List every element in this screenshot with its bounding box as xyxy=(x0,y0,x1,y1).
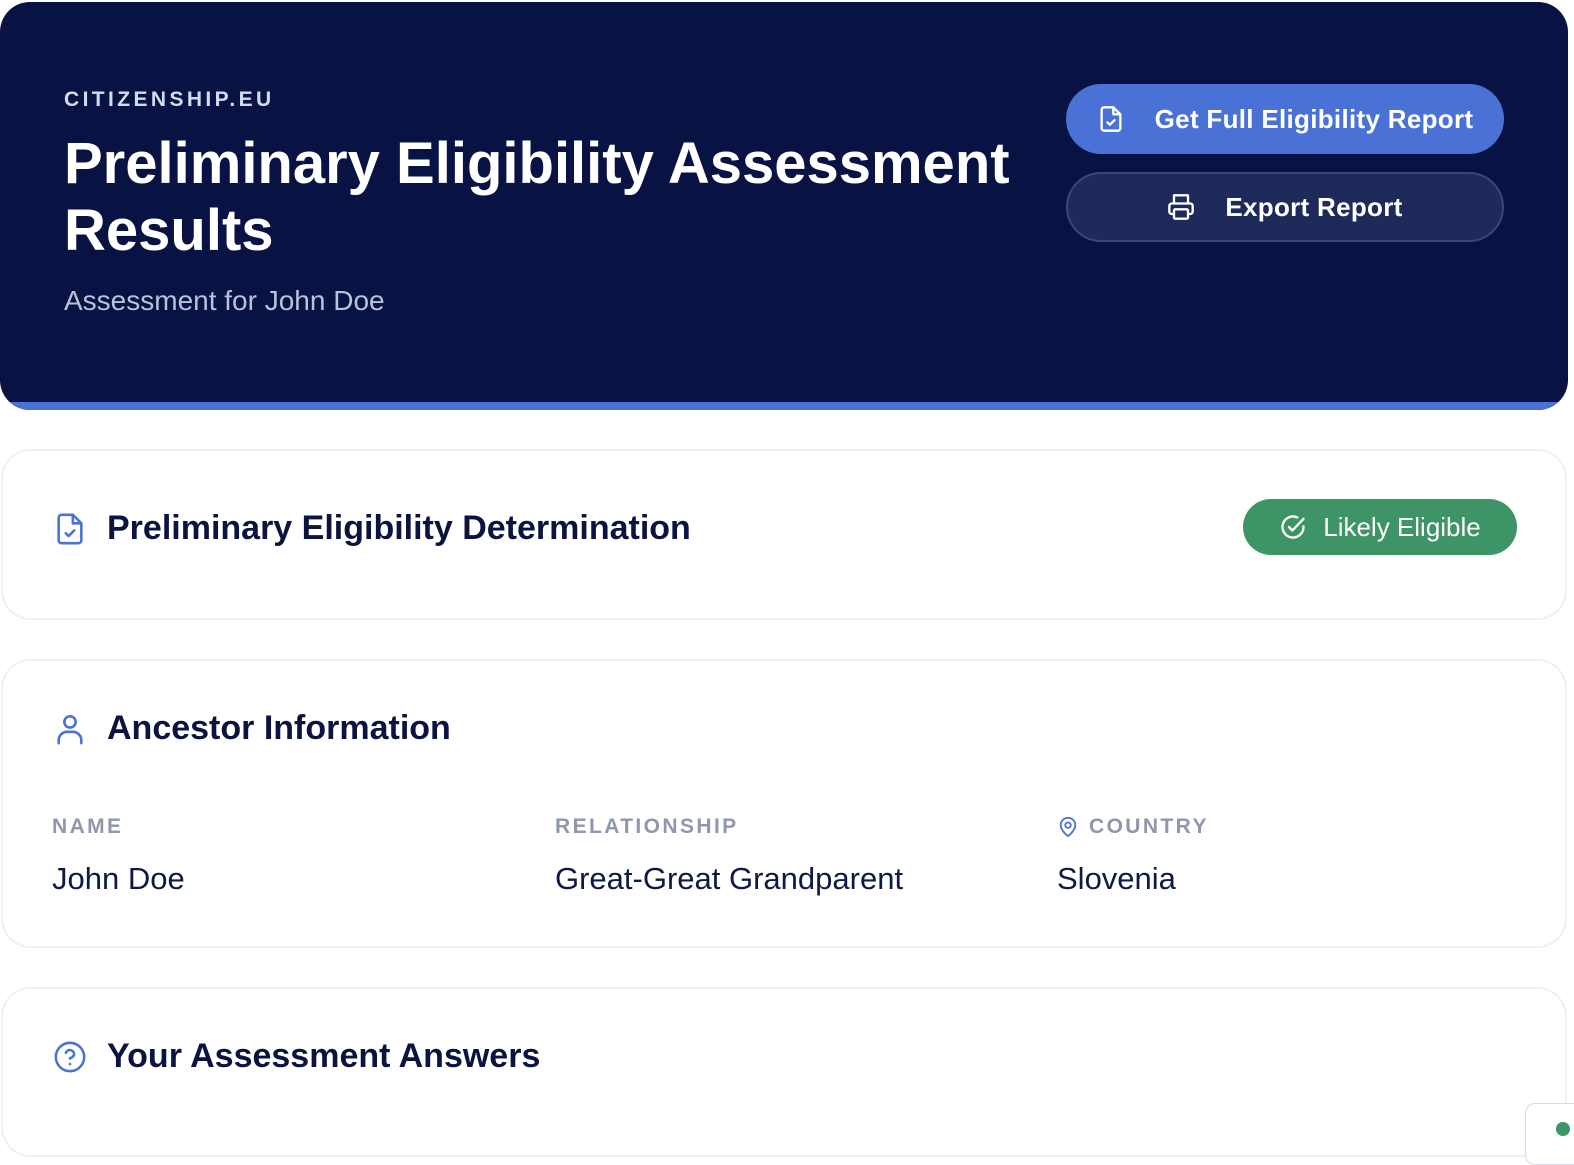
determination-card: Preliminary Eligibility Determination Li… xyxy=(1,449,1567,620)
printer-icon xyxy=(1167,193,1195,221)
ancestor-relationship-field: RELATIONSHIP Great-Great Grandparent xyxy=(555,813,903,897)
user-icon xyxy=(53,712,87,746)
answers-heading: Your Assessment Answers xyxy=(53,1037,540,1076)
check-circle-icon xyxy=(1279,513,1307,541)
page-subtitle: Assessment for John Doe xyxy=(64,285,385,316)
get-full-report-label: Get Full Eligibility Report xyxy=(1154,103,1474,134)
ancestor-name-value: John Doe xyxy=(52,861,185,896)
ancestor-card: Ancestor Information NAME John Doe RELAT… xyxy=(1,659,1567,948)
results-header: CITIZENSHIP.EU Preliminary Eligibility A… xyxy=(0,2,1568,410)
ancestor-heading: Ancestor Information xyxy=(53,709,451,748)
status-label: Likely Eligible xyxy=(1323,511,1481,542)
ancestor-title: Ancestor Information xyxy=(107,709,451,747)
map-pin-icon xyxy=(1057,816,1079,838)
file-check-icon xyxy=(53,512,87,546)
ancestor-name-label: NAME xyxy=(52,815,124,838)
answers-card: Your Assessment Answers xyxy=(1,987,1567,1157)
ancestor-relationship-label: RELATIONSHIP xyxy=(555,815,739,838)
determination-heading: Preliminary Eligibility Determination xyxy=(53,509,691,548)
answers-title: Your Assessment Answers xyxy=(107,1037,541,1075)
get-full-report-button[interactable]: Get Full Eligibility Report xyxy=(1066,84,1504,154)
ancestor-country-field: COUNTRY Slovenia xyxy=(1057,813,1209,897)
page-title: Preliminary Eligibility Assessment Resul… xyxy=(64,131,1010,263)
export-report-label: Export Report xyxy=(1225,191,1403,222)
determination-title: Preliminary Eligibility Determination xyxy=(107,509,691,547)
export-report-button[interactable]: Export Report xyxy=(1066,172,1504,242)
ancestor-country-value: Slovenia xyxy=(1057,861,1176,896)
ancestor-relationship-value: Great-Great Grandparent xyxy=(555,861,904,896)
status-badge: Likely Eligible xyxy=(1243,499,1517,555)
ancestor-country-label: COUNTRY xyxy=(1089,815,1209,838)
help-circle-icon xyxy=(53,1040,87,1074)
brand-name: CITIZENSHIP.EU xyxy=(64,88,275,111)
ancestor-name-field: NAME John Doe xyxy=(52,813,185,897)
ancestor-country-label-row: COUNTRY xyxy=(1057,813,1209,841)
chat-widget-button[interactable] xyxy=(1525,1103,1574,1165)
file-check-icon xyxy=(1097,105,1125,133)
